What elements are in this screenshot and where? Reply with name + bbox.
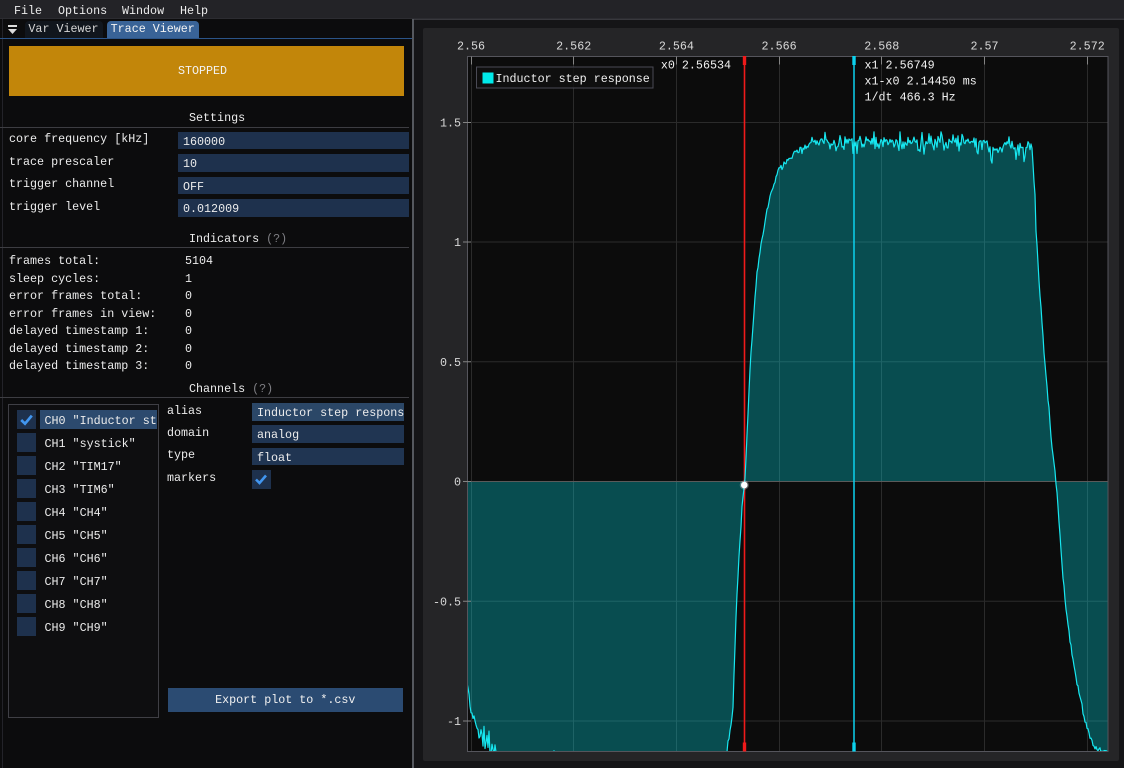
svg-text:1: 1 — [454, 236, 461, 250]
svg-text:-1: -1 — [447, 715, 461, 729]
svg-text:2.564: 2.564 — [659, 40, 694, 54]
svg-text:2.56: 2.56 — [457, 40, 485, 54]
svg-text:2.562: 2.562 — [556, 40, 591, 54]
svg-text:1/dt 466.3 Hz: 1/dt 466.3 Hz — [865, 91, 956, 105]
svg-text:2.568: 2.568 — [864, 40, 899, 54]
svg-text:Inductor step response: Inductor step response — [496, 72, 650, 86]
svg-text:2.566: 2.566 — [762, 40, 797, 54]
svg-text:-0.5: -0.5 — [433, 595, 461, 609]
svg-text:x0 2.56534: x0 2.56534 — [661, 59, 731, 73]
svg-text:0.5: 0.5 — [440, 356, 461, 370]
svg-text:x1-x0 2.14450 ms: x1-x0 2.14450 ms — [865, 75, 977, 89]
svg-text:2.57: 2.57 — [970, 40, 998, 54]
svg-text:x1 2.56749: x1 2.56749 — [865, 59, 935, 73]
svg-text:2.572: 2.572 — [1070, 40, 1105, 54]
svg-text:0: 0 — [454, 476, 461, 490]
svg-text:1.5: 1.5 — [440, 117, 461, 131]
